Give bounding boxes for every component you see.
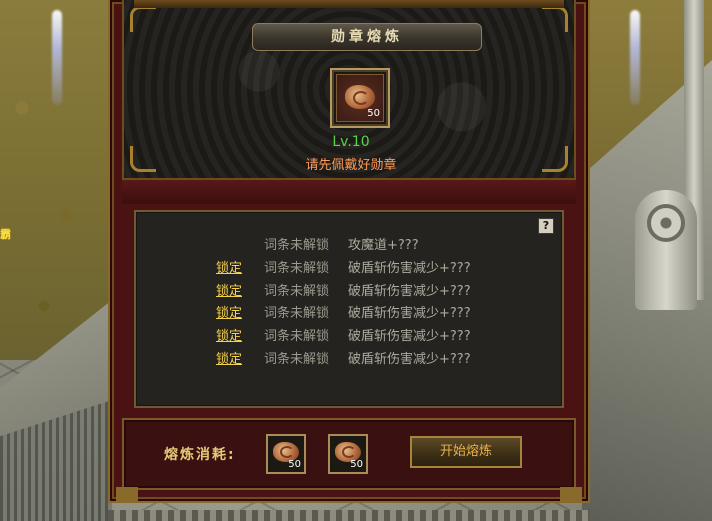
lock-link[interactable]: 锁定 [216,304,242,324]
attribute-status: 词条未解锁 [264,352,330,367]
stone-statue [635,190,697,310]
attribute-value: 破盾斩伤害减少+??? [348,261,471,276]
medal-smelting-window: 勋章熔炼 50 Lv.10 请先佩戴好勋章 ? 词条未解锁 攻魔道+??? 锁定… [108,0,590,503]
crystal-light-effect [52,10,62,105]
cost-item-slot[interactable]: 50 [266,434,306,474]
equip-medal-hint: 请先佩戴好勋章 [305,158,397,173]
medal-icon [345,85,375,109]
attribute-list-panel: ? 词条未解锁 攻魔道+??? 锁定 词条未解锁 破盾斩伤害减少+??? 锁定 … [134,210,564,408]
lock-link[interactable]: 锁定 [216,327,242,347]
frame-bottom-ornament [116,487,138,501]
attribute-row: 锁定 词条未解锁 破盾斩伤害减少+??? [136,259,566,279]
lock-link[interactable]: 锁定 [216,350,242,370]
smelting-cost-bar: 熔炼消耗: 50 50 开始熔炼 [122,418,576,490]
medal-level: Lv.10 [332,134,370,150]
lock-link[interactable]: 锁定 [216,259,242,279]
attribute-value: 破盾斩伤害减少+??? [348,284,471,299]
window-title: 勋章熔炼 [252,23,482,51]
frame-corner-ornament [542,6,568,32]
attribute-value: 破盾斩伤害减少+??? [348,306,471,321]
top-frame-bar [134,0,564,8]
attribute-row: 词条未解锁 攻魔道+??? [136,236,566,256]
attribute-row: 锁定 词条未解锁 破盾斩伤害减少+??? [136,282,566,302]
medal-slot-inner: 50 [336,74,384,122]
attribute-row: 锁定 词条未解锁 破盾斩伤害减少+??? [136,327,566,347]
crystal-light-effect [630,10,640,105]
attribute-value: 破盾斩伤害减少+??? [348,329,471,344]
attribute-row: 锁定 词条未解锁 破盾斩伤害减少+??? [136,304,566,324]
attribute-status: 词条未解锁 [264,238,330,253]
cost-item-quantity: 50 [350,459,363,470]
frame-corner-ornament [130,6,156,32]
attribute-value: 攻魔道+??? [348,238,419,253]
lock-link[interactable]: 锁定 [216,282,242,302]
attribute-status: 词条未解锁 [264,261,330,276]
attribute-status: 词条未解锁 [264,306,330,321]
attribute-status: 词条未解锁 [264,329,330,344]
divider-band [122,180,576,204]
cost-item-quantity: 50 [288,459,301,470]
cost-item-slot[interactable]: 50 [328,434,368,474]
medal-slot[interactable]: 50 [330,68,390,128]
medal-display-area: 勋章熔炼 50 Lv.10 请先佩戴好勋章 [122,0,576,180]
attribute-status: 词条未解锁 [264,284,330,299]
attribute-value: 破盾斩伤害减少+??? [348,352,471,367]
map-marker-text: 霸 [0,228,11,241]
attribute-row: 锁定 词条未解锁 破盾斩伤害减少+??? [136,350,566,370]
wheel-icon [647,204,685,242]
chain-decoration [108,510,590,521]
cost-label: 熔炼消耗: [164,447,236,463]
help-button[interactable]: ? [538,218,554,234]
start-smelting-button[interactable]: 开始熔炼 [410,436,522,468]
frame-bottom-ornament [560,487,582,501]
medal-quantity: 50 [367,108,380,119]
